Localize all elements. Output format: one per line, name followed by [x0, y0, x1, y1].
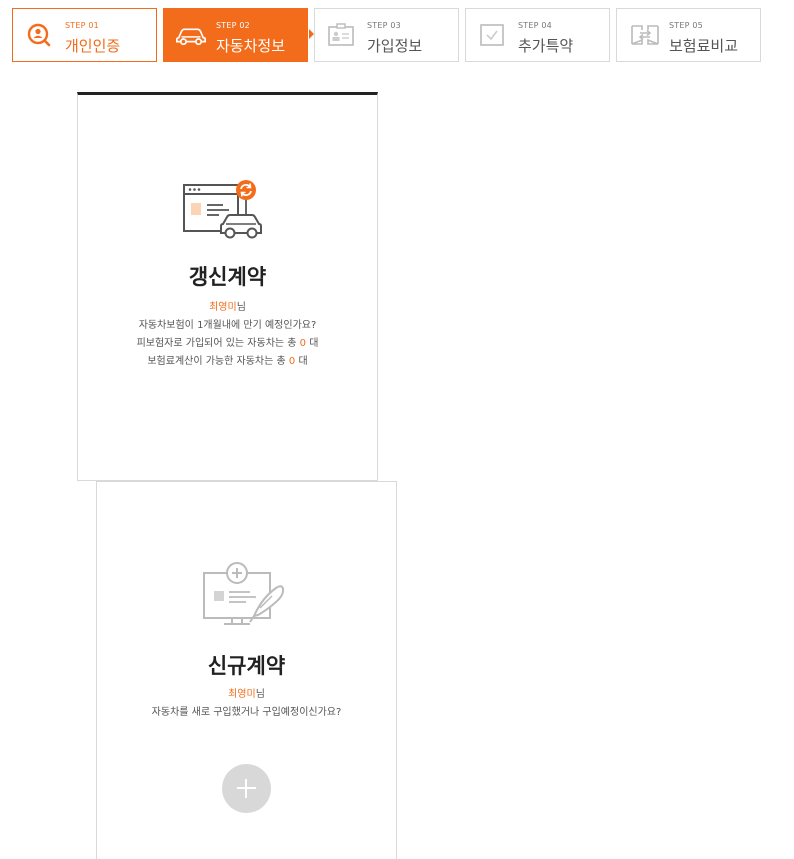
step-number: STEP 05 [669, 21, 703, 30]
user-name: 최영미 [228, 689, 256, 700]
step-4-additional-terms[interactable]: STEP 04 추가특약 [465, 8, 610, 62]
step-2-car-info[interactable]: STEP 02 자동차정보 [163, 8, 308, 62]
step-5-premium-compare[interactable]: STEP 05 보험료비교 [616, 8, 761, 62]
new-contract-monitor-icon [202, 562, 284, 625]
calculable-car-count-prefix: 보험료계산이 가능한 자동차는 총 [147, 356, 286, 367]
renewal-contract-card[interactable]: 갱신계약 최영미님 자동차보험이 1개월내에 만기 예정인가요? 피보험자로 가… [77, 92, 378, 481]
user-greeting: 최영미님 [97, 685, 396, 700]
car-icon [175, 28, 207, 46]
compare-icon [631, 25, 659, 45]
step-label: 개인인증 [65, 37, 121, 55]
calculable-car-count-value: 0 [288, 356, 296, 367]
step-1-personal-auth[interactable]: STEP 01 개인인증 [12, 8, 157, 62]
insured-car-count-value: 0 [299, 338, 307, 349]
step-label: 자동차정보 [216, 37, 286, 55]
new-contract-question: 자동차를 새로 구입했거나 구입예정이신가요? [151, 707, 342, 718]
step-3-subscription-info[interactable]: STEP 03 가입정보 [314, 8, 459, 62]
user-name: 최영미 [209, 302, 237, 313]
insured-car-count-unit: 대 [309, 338, 319, 349]
checkbox-icon [480, 24, 504, 46]
add-new-contract-button[interactable] [222, 764, 271, 813]
search-person-icon [27, 23, 51, 47]
step-progress: STEP 01 개인인증 STEP 02 자동차정보 STEP 03 가입정보 [12, 8, 772, 62]
insured-car-count: 피보험자로 가입되어 있는 자동차는 총 0 대 [78, 334, 377, 349]
renewal-question: 자동차보험이 1개월내에 만기 예정인가요? [138, 320, 317, 331]
insured-car-count-prefix: 피보험자로 가입되어 있는 자동차는 총 [136, 338, 297, 349]
step-number: STEP 04 [518, 21, 552, 30]
step-label: 보험료비교 [669, 37, 739, 55]
user-greeting: 최영미님 [78, 298, 377, 313]
user-suffix: 님 [255, 689, 265, 700]
calculable-car-count: 보험료계산이 가능한 자동차는 총 0 대 [78, 352, 377, 367]
step-label: 추가특약 [518, 37, 574, 55]
user-suffix: 님 [236, 302, 246, 313]
step-number: STEP 02 [216, 21, 250, 30]
step-number: STEP 01 [65, 21, 99, 30]
id-card-icon [328, 23, 354, 46]
step-label: 가입정보 [367, 37, 423, 55]
plus-icon-vertical [245, 779, 247, 798]
step-number: STEP 03 [367, 21, 401, 30]
renewal-title: 갱신계약 [188, 265, 267, 289]
new-contract-card[interactable]: 신규계약 최영미님 자동차를 새로 구입했거나 구입예정이신가요? [96, 481, 397, 859]
calculable-car-count-unit: 대 [298, 356, 308, 367]
renewal-car-document-icon [182, 180, 262, 239]
new-contract-title: 신규계약 [207, 654, 286, 678]
